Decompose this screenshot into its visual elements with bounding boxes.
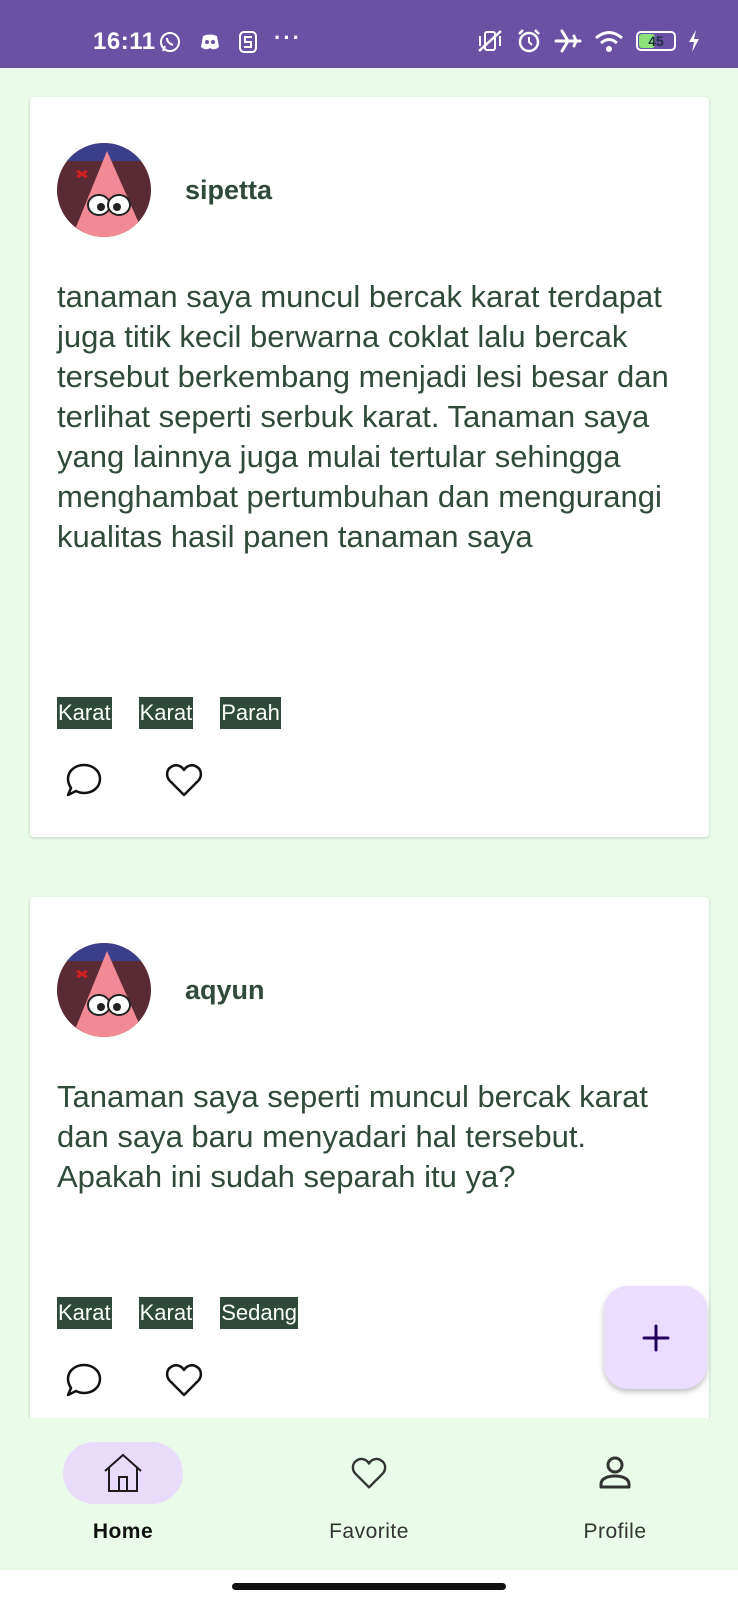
status-bar: 16:11 ··· 45 [0, 0, 738, 68]
nav-active-indicator [63, 1442, 183, 1504]
plus-icon [642, 1324, 669, 1351]
comment-icon[interactable] [63, 1359, 105, 1401]
home-icon [104, 1453, 142, 1492]
tag-chip: Sedang [220, 1297, 299, 1329]
post-feed[interactable]: sipetta tanaman saya muncul bercak karat… [0, 68, 738, 1418]
person-icon [599, 1456, 631, 1489]
battery-level: 45 [648, 33, 664, 49]
post-tags: Karat Karat Parah [57, 697, 281, 729]
tag-chip: Karat [57, 697, 112, 729]
discord-icon [201, 34, 219, 50]
avatar[interactable] [57, 143, 151, 237]
post-username[interactable]: sipetta [185, 175, 272, 206]
vibrate-off-icon [478, 30, 502, 52]
nav-icon-container [555, 1442, 675, 1504]
s-app-icon [239, 31, 257, 53]
battery-icon: 45 [636, 31, 676, 51]
post-username[interactable]: aqyun [185, 975, 265, 1006]
tag-chip: Karat [138, 697, 194, 729]
avatar[interactable] [57, 943, 151, 1037]
like-heart-icon[interactable] [163, 1359, 205, 1401]
alarm-icon [518, 29, 540, 53]
post-actions [63, 1359, 205, 1401]
nav-item-home[interactable]: Home [53, 1442, 193, 1544]
nav-label-home: Home [92, 1520, 154, 1543]
wifi-icon [595, 31, 623, 52]
nav-icon-container [309, 1442, 429, 1504]
tag-chip: Parah [220, 697, 281, 729]
add-post-button[interactable] [604, 1286, 707, 1389]
status-left-icons: ··· [158, 25, 302, 54]
gesture-handle[interactable] [232, 1583, 506, 1590]
more-dots-icon: ··· [274, 25, 302, 50]
whatsapp-icon [160, 32, 180, 52]
like-heart-icon[interactable] [163, 759, 205, 801]
nav-item-favorite[interactable]: Favorite [299, 1442, 439, 1544]
bottom-navigation: Home Favorite Profile [0, 1418, 738, 1570]
post-tags: Karat Karat Sedang [57, 1297, 299, 1329]
status-time: 16:11 [93, 28, 156, 55]
airplane-icon [554, 29, 582, 53]
post-actions [63, 759, 205, 801]
heart-icon [351, 1457, 387, 1489]
comment-icon[interactable] [63, 759, 105, 801]
tag-chip: Karat [57, 1297, 112, 1329]
tag-chip: Karat [138, 1297, 194, 1329]
nav-label-profile: Profile [583, 1520, 647, 1543]
status-right-icons: 45 [476, 28, 700, 54]
post-text: Tanaman saya seperti muncul bercak karat… [57, 1079, 649, 1194]
nav-label-favorite: Favorite [329, 1520, 409, 1543]
charging-icon [689, 30, 699, 52]
nav-item-profile[interactable]: Profile [545, 1442, 685, 1544]
post-text: tanaman saya muncul bercak karat terdapa… [57, 279, 669, 554]
post-card[interactable]: sipetta tanaman saya muncul bercak karat… [30, 97, 709, 837]
